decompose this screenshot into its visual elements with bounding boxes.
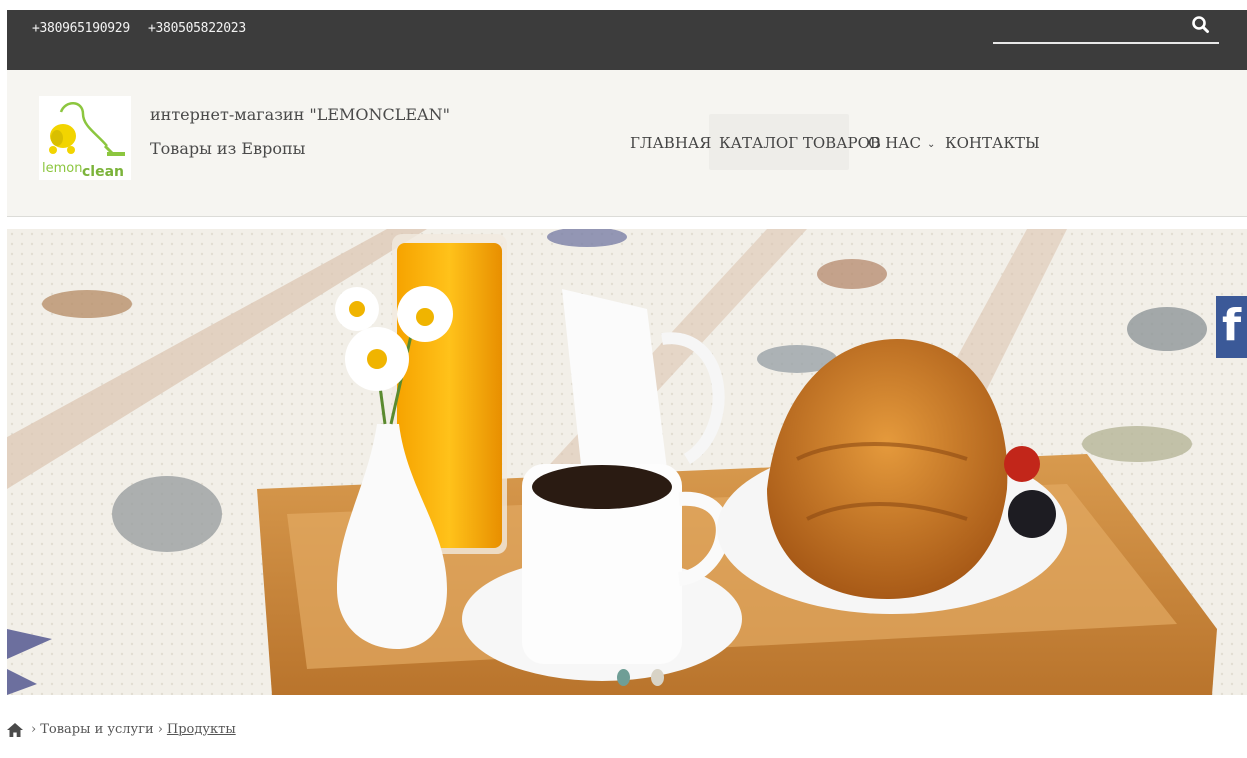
phone-number-2[interactable]: +380505822023: [148, 21, 246, 36]
phone-number-1[interactable]: +380965190929: [32, 21, 130, 36]
nav-item-catalog[interactable]: КАТАЛОГ ТОВАРОВ: [719, 134, 881, 152]
breadcrumb-separator: ›: [157, 722, 163, 737]
search-input[interactable]: [993, 20, 1187, 42]
breadcrumb-separator: ›: [31, 722, 37, 737]
vacuum-logo-icon: lemon clean: [42, 102, 125, 180]
facebook-icon: f: [1222, 300, 1242, 351]
logo-text-clean: clean: [82, 164, 124, 180]
slider-dot-1[interactable]: [617, 669, 630, 686]
breadcrumb-item-current[interactable]: Продукты: [167, 722, 236, 737]
nav-item-home[interactable]: ГЛАВНАЯ: [630, 134, 711, 152]
site-title[interactable]: интернет-магазин "LEMONCLEAN": [150, 105, 450, 124]
logo-text-lemon: lemon: [42, 161, 82, 176]
nav-item-contacts[interactable]: КОНТАКТЫ: [945, 134, 1040, 152]
facebook-button[interactable]: f: [1216, 296, 1247, 358]
breadcrumb-item-services[interactable]: Товары и услуги: [40, 722, 153, 737]
nav-item-about[interactable]: О НАС ⌄: [868, 134, 935, 152]
hero-breakfast-image: [7, 229, 1247, 695]
site-header: lemon clean интернет-магазин "LEMONCLEAN…: [7, 70, 1247, 217]
search-icon[interactable]: [1190, 14, 1212, 36]
nav-about-label: О НАС: [868, 134, 921, 152]
site-subtitle: Товары из Европы: [150, 139, 306, 158]
hero-slider[interactable]: [7, 229, 1247, 695]
chevron-down-icon: ⌄: [926, 139, 936, 150]
home-icon[interactable]: [7, 722, 23, 737]
search-underline: [993, 42, 1219, 44]
logo[interactable]: lemon clean: [39, 96, 131, 180]
slider-dot-2[interactable]: [651, 669, 664, 686]
breadcrumb: › Товары и услуги › Продукты: [7, 722, 236, 737]
